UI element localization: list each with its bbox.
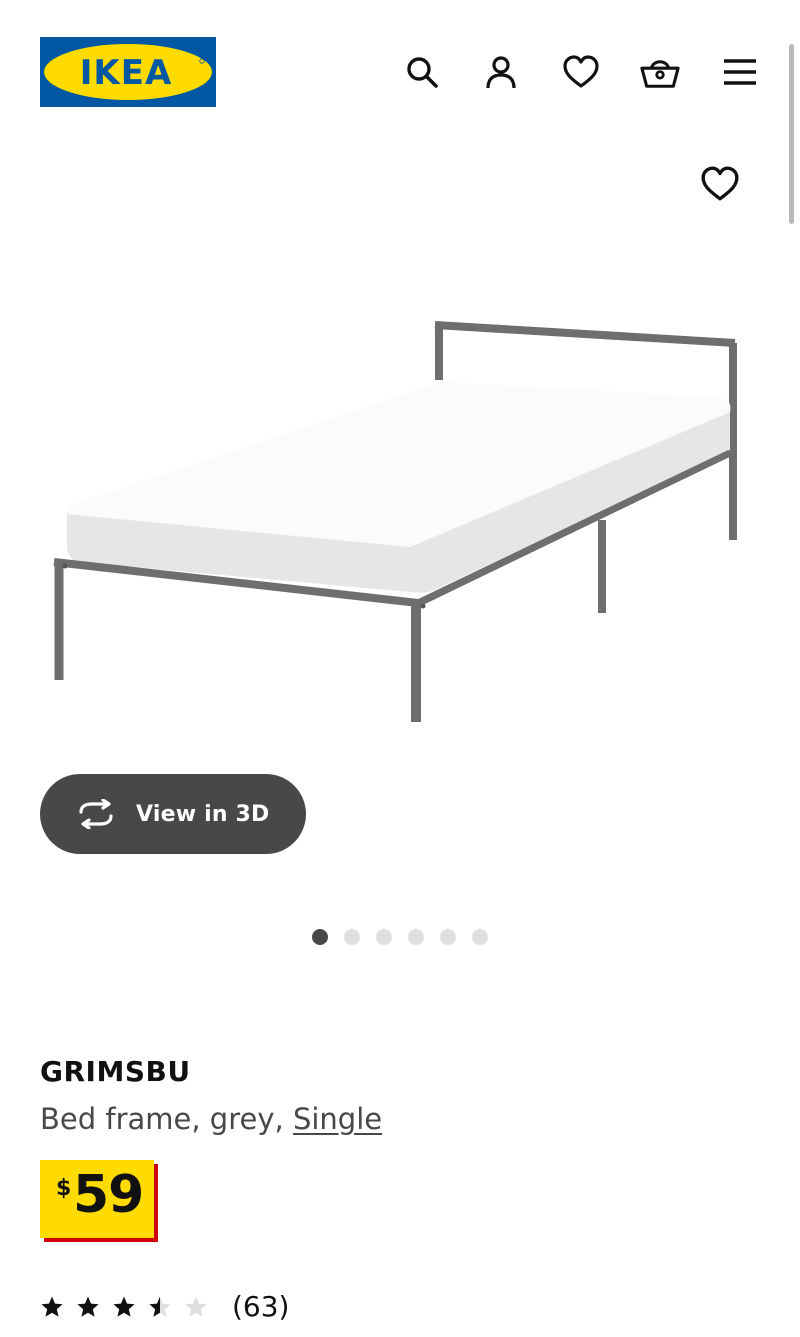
product-image-bed-frame[interactable] [40,300,760,740]
star-full-icon [41,1296,63,1317]
gallery-dot[interactable] [344,929,360,945]
site-header: IKEA [0,0,800,140]
price-currency: $ [56,1176,72,1201]
logo-text: IKEA [80,53,173,93]
star-empty-icon [185,1296,207,1317]
view-in-3d-label: View in 3D [136,801,270,827]
rotate-3d-icon [79,799,113,829]
gallery-dot[interactable] [408,929,424,945]
product-description: Bed frame, grey, Single [40,1102,382,1136]
gallery-pagination [312,929,488,945]
star-half-icon [149,1296,171,1317]
star-full-icon [113,1296,135,1317]
price-amount: 59 [73,1165,144,1225]
account-icon[interactable] [481,52,521,92]
product-name: GRIMSBU [40,1055,191,1088]
price-tag: $ 59 [40,1160,154,1238]
basket-icon[interactable] [640,52,680,92]
search-icon[interactable] [402,52,442,92]
gallery-dot[interactable] [376,929,392,945]
gallery-dot[interactable] [440,929,456,945]
product-rating[interactable]: (63) [40,1290,289,1323]
view-in-3d-button[interactable]: View in 3D [40,774,306,854]
product-type-text: Bed frame, grey, [40,1102,293,1136]
add-to-favourites-heart-icon[interactable] [700,165,740,205]
size-link[interactable]: Single [293,1102,382,1136]
wishlist-heart-icon[interactable] [561,52,601,92]
scrollbar-thumb[interactable] [789,44,794,224]
menu-icon[interactable] [720,52,760,92]
gallery-dot[interactable] [472,929,488,945]
ikea-logo[interactable]: IKEA [40,37,216,107]
gallery-dot[interactable] [312,929,328,945]
review-count[interactable]: (63) [232,1290,289,1323]
star-full-icon [77,1296,99,1317]
